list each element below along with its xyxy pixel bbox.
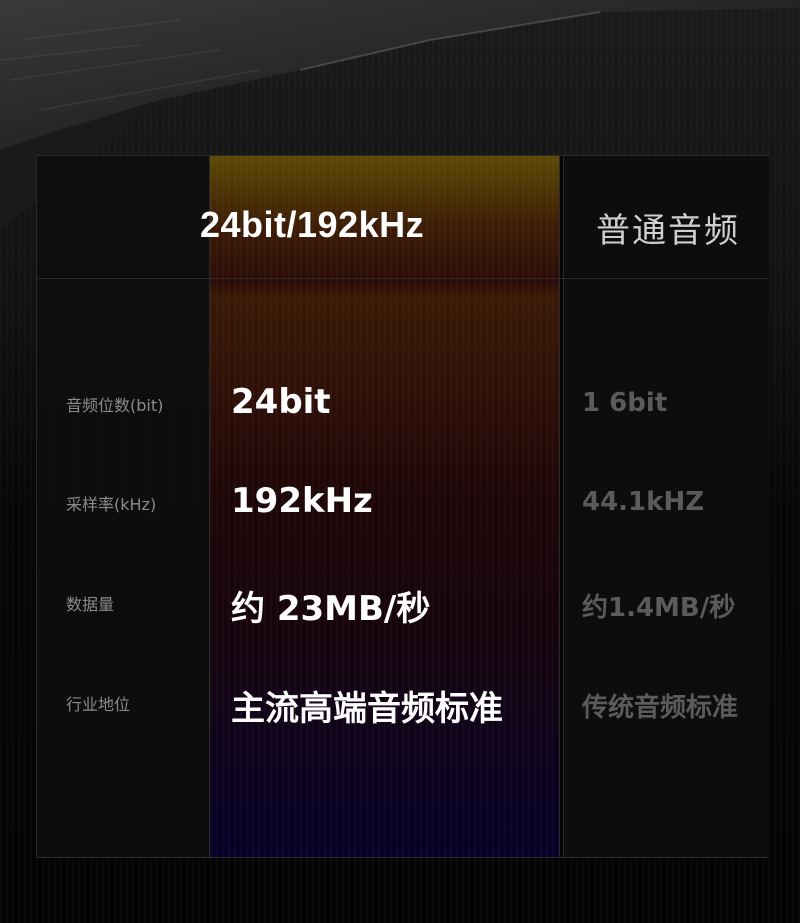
row-label: 音频位数(bit) [66,396,164,415]
row-label: 行业地位 [66,695,131,714]
highlight-value: 192kHz [231,481,373,521]
highlight-value: 主流高端音频标准 [231,689,503,729]
standard-column-header: 普通音频 [596,211,740,251]
standard-value: 约1.4MB/秒 [582,593,736,623]
table-row: 行业地位 主流高端音频标准 传统音频标准 [0,681,800,729]
highlight-column-header: 24bit/192kHz [200,204,425,245]
row-label: 采样率(kHz) [66,495,157,514]
table-row: 采样率(kHz) 192kHz 44.1kHZ [0,481,800,521]
standard-value: 44.1kHZ [582,487,705,517]
header-divider [37,278,768,279]
table-row: 音频位数(bit) 24bit 1 6bit [0,382,800,422]
table-row: 数据量 约 23MB/秒 约1.4MB/秒 [0,581,800,629]
standard-value: 1 6bit [582,388,668,418]
highlight-value: 约 23MB/秒 [231,589,431,629]
standard-value: 传统音频标准 [582,693,739,723]
highlight-value: 24bit [231,382,331,422]
row-label: 数据量 [66,595,115,614]
